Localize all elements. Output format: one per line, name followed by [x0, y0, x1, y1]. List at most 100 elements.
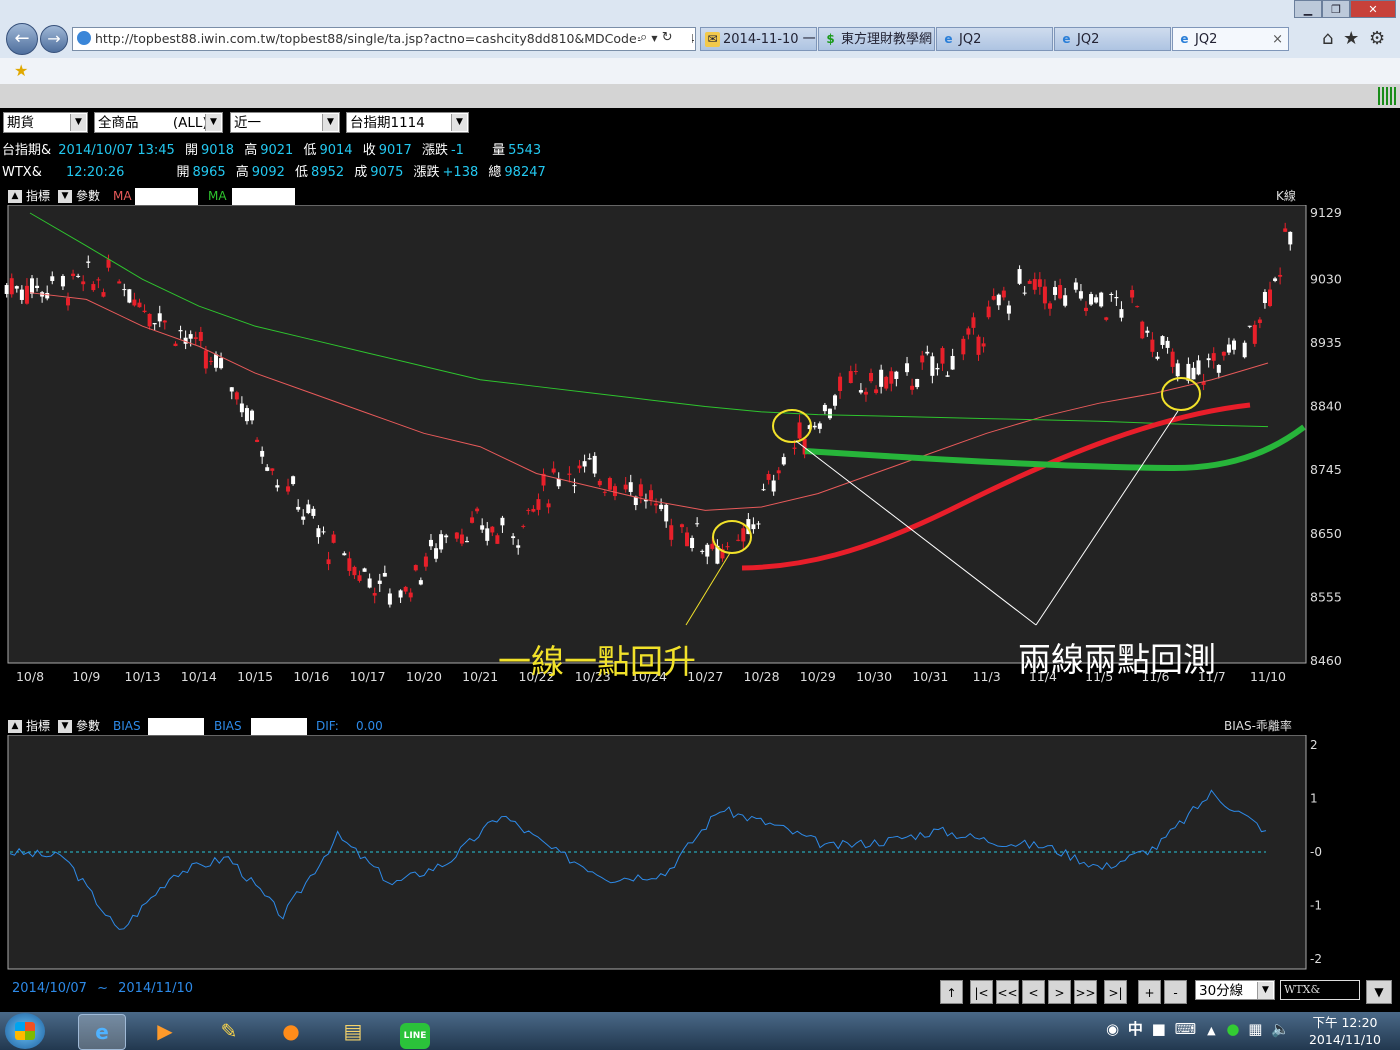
candle-body — [286, 486, 291, 492]
tab-0[interactable]: ✉2014-11-10 一... — [700, 27, 817, 51]
ie-icon: e — [1180, 32, 1189, 46]
param-down-icon[interactable]: ▼ — [58, 720, 72, 733]
clock[interactable]: 下午 12:20 2014/11/10 — [1300, 1014, 1390, 1048]
chat-icon[interactable]: ● — [1226, 1020, 1239, 1038]
toolbar-button-5[interactable]: >> — [1074, 980, 1097, 1004]
candle-body — [132, 299, 137, 306]
candle-body — [664, 504, 669, 522]
indicator-label[interactable]: 指標 — [26, 718, 50, 735]
minimize-button[interactable]: ▁ — [1294, 0, 1322, 18]
favorites-star-icon[interactable]: ★ — [1343, 28, 1359, 49]
toolbar-button-4[interactable]: > — [1048, 980, 1071, 1004]
ime-mode[interactable]: 中 — [1128, 1020, 1143, 1038]
tab-3[interactable]: e JQ2 — [1054, 27, 1171, 51]
close-window-button[interactable]: ✕ — [1350, 0, 1396, 18]
indicator-up-icon[interactable]: ▲ — [8, 720, 22, 733]
toolbar-button-1[interactable]: |< — [970, 980, 993, 1004]
start-button[interactable] — [5, 1013, 45, 1049]
indicator-label[interactable]: 指標 — [26, 188, 50, 205]
candle-body — [173, 343, 178, 347]
param-label[interactable]: 參數 — [76, 718, 100, 735]
dif-label: DIF: — [316, 719, 339, 733]
address-bar[interactable]: http://topbest88.iwin.com.tw/topbest88/s… — [72, 27, 696, 51]
keyboard-icon[interactable]: ⌨ — [1175, 1020, 1197, 1038]
symbol-input[interactable]: WTX& — [1280, 980, 1360, 1000]
bias-chart[interactable]: 2 1 -0 -1 -2 — [0, 735, 1400, 975]
toolbar-button-0[interactable]: ↑ — [940, 980, 963, 1004]
y-tick-label: 8935 — [1310, 335, 1342, 350]
forward-button[interactable]: → — [40, 25, 68, 53]
toolbar-button-3[interactable]: < — [1022, 980, 1045, 1004]
toolbar-button-7[interactable]: + — [1138, 980, 1161, 1004]
select-1[interactable]: 全商品 (ALL) ▼ — [94, 112, 223, 133]
indicator-up-icon[interactable]: ▲ — [8, 190, 22, 203]
fullwidth-icon[interactable]: ■ — [1152, 1020, 1166, 1038]
y-tick-label: 9030 — [1310, 271, 1342, 286]
candle-body — [894, 371, 899, 379]
volume-icon[interactable]: 🔈 — [1271, 1020, 1290, 1038]
settings-gear-icon[interactable]: ⚙ — [1369, 28, 1385, 49]
dollar-icon: $ — [826, 32, 835, 46]
network-icon[interactable]: ▦ — [1248, 1020, 1262, 1038]
toolbar-button-6[interactable]: >| — [1104, 980, 1127, 1004]
quote-time: 2014/10/07 13:45 — [58, 143, 175, 158]
candle-body — [1058, 285, 1063, 299]
candle-body — [521, 525, 526, 527]
taskbar-app2[interactable]: ✎ — [206, 1014, 252, 1048]
taskbar-explorer[interactable]: ▤ — [330, 1014, 376, 1048]
taskbar-media[interactable]: ▶ — [142, 1014, 188, 1048]
candle-body — [480, 525, 485, 530]
close-tab-icon[interactable]: × — [1272, 28, 1283, 50]
candle-body — [607, 478, 612, 490]
bias1-param-field[interactable] — [148, 718, 204, 735]
home-icon[interactable]: ⌂ — [1322, 28, 1333, 49]
candle-body — [940, 348, 945, 364]
restore-button[interactable]: ❐ — [1322, 0, 1350, 18]
candle-body — [1257, 319, 1262, 323]
candle-body — [1140, 321, 1145, 339]
taskbar-ie[interactable]: e — [78, 1014, 126, 1050]
select-0[interactable]: 期貨 ▼ — [3, 112, 88, 133]
candlestick-chart[interactable]: 9129 9030 8935 8840 8745 8650 8555 8460 10/8 10/9… — [0, 205, 1400, 715]
param-down-icon[interactable]: ▼ — [58, 190, 72, 203]
toolbar-button-8[interactable]: - — [1164, 980, 1187, 1004]
select-2[interactable]: 近一 ▼ — [230, 112, 340, 133]
candle-body — [1114, 296, 1119, 299]
ma1-param-field[interactable] — [135, 188, 198, 205]
tab-1[interactable]: $ 東方理財教學網 — [818, 27, 935, 51]
label-change: 漲跌 — [421, 143, 448, 158]
annotation-right-text: 兩線兩點回測 — [1018, 640, 1216, 679]
select-value: 近一 — [234, 115, 261, 131]
symbol-dropdown-button[interactable]: ▼ — [1366, 980, 1392, 1004]
quote-time: 12:20:26 — [65, 165, 125, 180]
main-plot-area[interactable] — [7, 205, 1307, 664]
windows-logo-icon — [15, 1022, 35, 1040]
taskbar-line[interactable]: LINE — [392, 1014, 438, 1049]
candle-body — [408, 592, 413, 598]
candle-body — [685, 532, 690, 547]
candle-body — [751, 524, 756, 530]
back-button[interactable]: ← — [6, 23, 38, 55]
candle-body — [781, 457, 786, 465]
candle-body — [352, 566, 357, 576]
ma2-param-field[interactable] — [232, 188, 295, 205]
ime-icon[interactable]: ◉ — [1106, 1020, 1119, 1038]
tray-arrow-icon[interactable]: ▲ — [1207, 1024, 1215, 1037]
search-icon[interactable]: ⌕ — [640, 30, 647, 45]
candle-body — [367, 578, 372, 588]
candle-body — [1130, 290, 1135, 298]
select-3[interactable]: 台指期1114 ▼ — [346, 112, 469, 133]
tab-4[interactable]: e JQ2 × — [1172, 27, 1289, 51]
toolbar-button-2[interactable]: << — [996, 980, 1019, 1004]
period-select[interactable]: 30分線 ▼ — [1195, 980, 1275, 1000]
bias2-param-field[interactable] — [251, 718, 307, 735]
param-label[interactable]: 參數 — [76, 188, 100, 205]
range-separator: ~ — [97, 981, 108, 996]
dropdown-icon[interactable]: ▼ — [651, 34, 657, 43]
taskbar-app3[interactable]: ● — [268, 1014, 314, 1048]
add-favorite-icon[interactable]: ★ — [14, 61, 28, 80]
tab-2[interactable]: e JQ2 — [936, 27, 1053, 51]
candle-body — [1231, 340, 1236, 350]
value-open: 8965 — [192, 165, 226, 180]
refresh-icon[interactable]: ↻ — [662, 30, 673, 45]
